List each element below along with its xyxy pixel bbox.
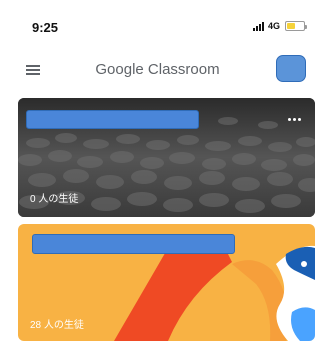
battery-icon [285, 21, 307, 31]
app-bar: Google Classroom [0, 48, 315, 92]
status-bar: 9:25 4G [0, 0, 315, 44]
status-time: 9:25 [32, 20, 59, 35]
student-count: 28 人の生徒 [30, 320, 84, 331]
class-card[interactable]: 0 人の生徒 [18, 98, 315, 217]
status-indicators: 4G [252, 21, 307, 31]
app-title: Google Classroom [95, 61, 220, 78]
class-card[interactable]: 28 人の生徒 [18, 224, 315, 341]
class-name-redacted [26, 110, 199, 129]
class-name-redacted [32, 234, 235, 254]
cellular-signal-icon [252, 21, 264, 31]
student-count: 0 人の生徒 [30, 194, 79, 205]
more-horizontal-icon[interactable] [288, 118, 302, 122]
network-type: 4G [267, 21, 280, 31]
account-avatar[interactable] [276, 55, 306, 82]
